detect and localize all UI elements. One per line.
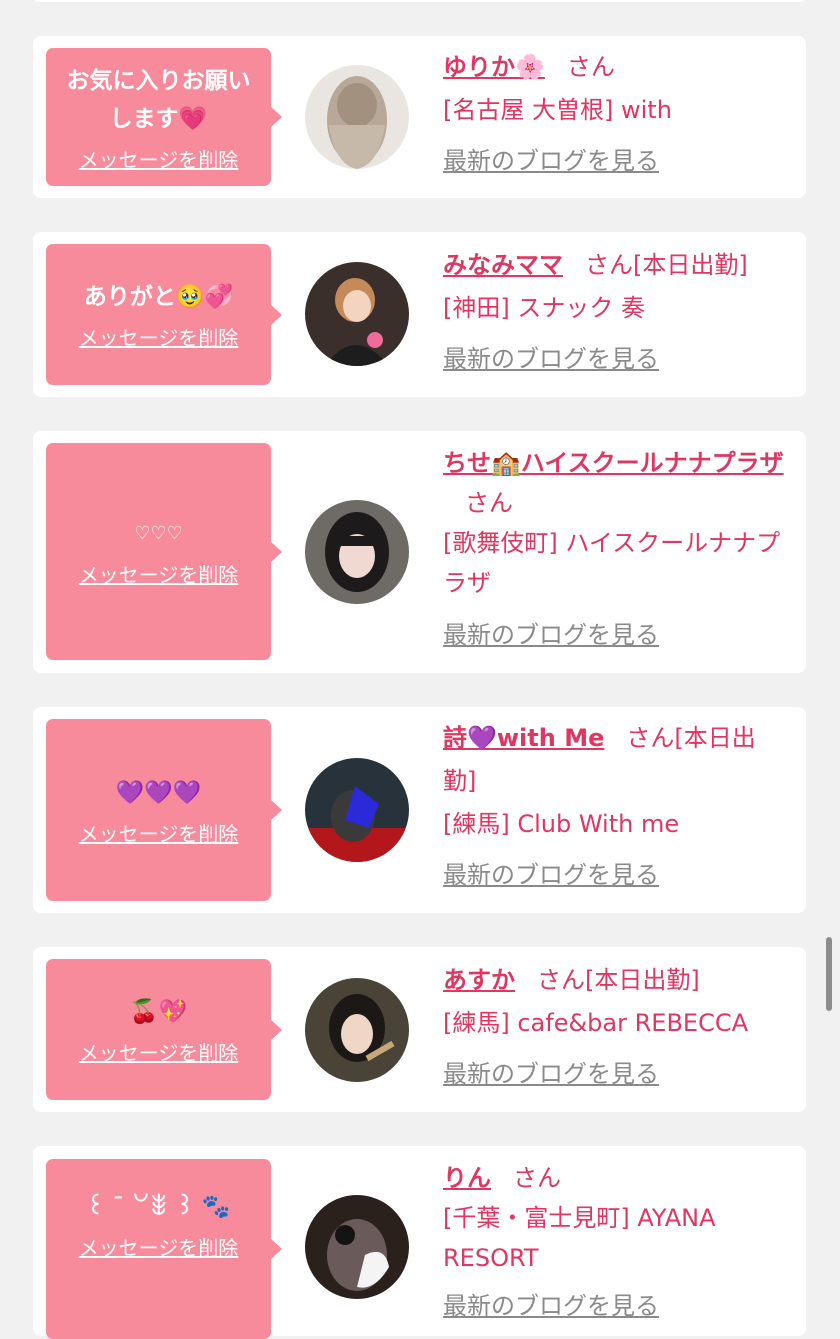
- cast-name-link[interactable]: あすか: [443, 966, 515, 994]
- delete-message-link[interactable]: メッセージを削除: [79, 1232, 239, 1261]
- avatar[interactable]: [305, 1195, 409, 1299]
- message-text: 🍒💖: [129, 999, 188, 1025]
- favorite-card: 🍒💖 メッセージを削除 あすか さん[本日出勤] [練馬] cafe&bar RE…: [33, 947, 806, 1112]
- honorific: さん: [513, 1164, 561, 1192]
- shop-text: [練馬] Club With me: [443, 810, 680, 838]
- honorific: さん: [537, 966, 585, 994]
- delete-message-link[interactable]: メッセージを削除: [79, 818, 239, 847]
- cast-name-link[interactable]: 詩💜with Me: [443, 724, 604, 752]
- avatar[interactable]: [305, 65, 409, 169]
- shop-text: [千葉・富士見町] AYANA RESORT: [443, 1204, 716, 1272]
- message-text: ♡♡♡: [134, 523, 183, 544]
- latest-blog-link[interactable]: 最新のブログを見る: [443, 1286, 788, 1326]
- cast-info: ちせ🏫ハイスクールナナプラザさん [歌舞伎町] ハイスクールナナプラザ 最新のブ…: [443, 443, 788, 655]
- cast-name-link[interactable]: りん: [443, 1164, 491, 1192]
- honorific: さん: [585, 251, 633, 279]
- scrollbar[interactable]: [826, 937, 832, 1011]
- message-bubble: 🍒💖 メッセージを削除: [46, 959, 282, 1100]
- message-text: 💜💜💜: [115, 779, 202, 806]
- message-text: ありがと🥹💞: [83, 284, 234, 310]
- cast-name-link[interactable]: みなみママ: [443, 251, 563, 279]
- cast-info: ゆりか🌸 さん [名古屋 大曽根] with 最新のブログを見る: [443, 46, 788, 183]
- shop-text: [神田] スナック 奏: [443, 294, 645, 322]
- latest-blog-link[interactable]: 最新のブログを見る: [443, 140, 788, 183]
- avatar-photo: [305, 65, 409, 169]
- avatar-photo: [305, 978, 409, 1082]
- delete-message-link[interactable]: メッセージを削除: [79, 559, 239, 588]
- cast-info: みなみママ さん[本日出勤] [神田] スナック 奏 最新のブログを見る: [443, 244, 788, 381]
- delete-message-link[interactable]: メッセージを削除: [79, 322, 239, 351]
- favorite-card: ꒰ ¯ ꒡ꎺ ꒱ 🐾 メッセージを削除 りん さん [千葉・富士見町] AYANA…: [33, 1146, 806, 1339]
- avatar[interactable]: [305, 758, 409, 862]
- delete-message-link[interactable]: メッセージを削除: [79, 1037, 239, 1066]
- honorific: さん: [465, 489, 513, 517]
- favorite-card: お気に入りお願いします💗 メッセージを削除 ゆりか🌸 さん [名古屋 大曽根] w…: [33, 36, 806, 198]
- cast-name-link[interactable]: ちせ🏫ハイスクールナナプラザ: [443, 449, 784, 477]
- cast-info: あすか さん[本日出勤] [練馬] cafe&bar REBECCA 最新のブログ…: [443, 959, 788, 1096]
- previous-card-fragment: [33, 0, 806, 2]
- latest-blog-link[interactable]: 最新のブログを見る: [443, 615, 788, 655]
- message-bubble: お気に入りお願いします💗 メッセージを削除: [46, 48, 282, 186]
- shop-text: [歌舞伎町] ハイスクールナナプラザ: [443, 529, 781, 597]
- avatar[interactable]: [305, 262, 409, 366]
- avatar-photo: [305, 1195, 409, 1299]
- message-bubble: 💜💜💜 メッセージを削除: [46, 719, 282, 901]
- avatar-photo: [305, 500, 409, 604]
- avatar[interactable]: [305, 978, 409, 1082]
- latest-blog-link[interactable]: 最新のブログを見る: [443, 854, 788, 897]
- latest-blog-link[interactable]: 最新のブログを見る: [443, 1053, 788, 1096]
- honorific: さん: [626, 724, 675, 752]
- shop-text: [練馬] cafe&bar REBECCA: [443, 1009, 749, 1037]
- avatar[interactable]: [305, 500, 409, 604]
- favorite-card: ありがと🥹💞 メッセージを削除 みなみママ さん[本日出勤] [神田] スナック …: [33, 232, 806, 397]
- message-bubble: ありがと🥹💞 メッセージを削除: [46, 244, 282, 385]
- status-text: [本日出勤]: [585, 966, 700, 994]
- latest-blog-link[interactable]: 最新のブログを見る: [443, 338, 788, 381]
- message-text: ꒰ ¯ ꒡ꎺ ꒱ 🐾: [86, 1193, 231, 1220]
- honorific: さん: [566, 53, 615, 81]
- avatar-photo: [305, 758, 409, 862]
- message-text: お気に入りお願いします💗: [66, 67, 251, 132]
- cast-name-link[interactable]: ゆりか🌸: [443, 53, 545, 81]
- favorite-card: ♡♡♡ メッセージを削除 ちせ🏫ハイスクールナナプラザさん [歌舞伎町] ハイス…: [33, 431, 806, 673]
- status-text: [本日出勤]: [633, 251, 748, 279]
- favorite-card: 💜💜💜 メッセージを削除 詩💜with Me さん[本日出勤] [練馬] Club…: [33, 707, 806, 913]
- shop-text: [名古屋 大曽根] with: [443, 96, 672, 124]
- message-bubble: ♡♡♡ メッセージを削除: [46, 443, 282, 660]
- cast-info: りん さん [千葉・富士見町] AYANA RESORT 最新のブログを見る: [443, 1158, 788, 1326]
- cast-info: 詩💜with Me さん[本日出勤] [練馬] Club With me 最新のブ…: [443, 717, 788, 897]
- avatar-photo: [305, 262, 409, 366]
- message-bubble: ꒰ ¯ ꒡ꎺ ꒱ 🐾 メッセージを削除: [46, 1159, 282, 1339]
- delete-message-link[interactable]: メッセージを削除: [79, 144, 239, 173]
